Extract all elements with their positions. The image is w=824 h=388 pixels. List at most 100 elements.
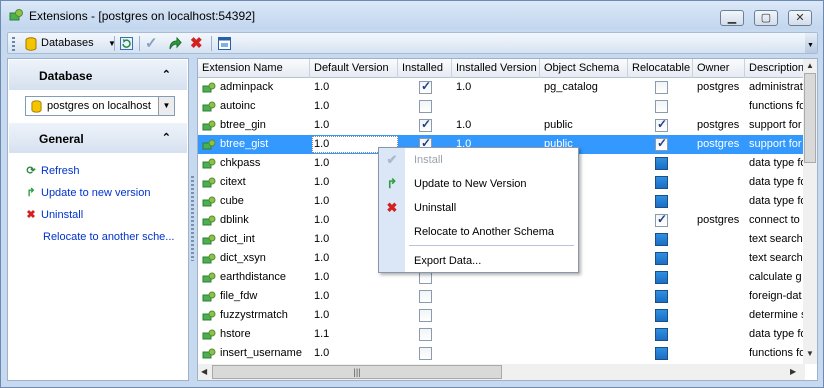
- relocatable-checkbox[interactable]: [655, 136, 668, 151]
- relocatable-checkbox[interactable]: [655, 157, 668, 170]
- extension-icon: [202, 253, 216, 264]
- column-header-description[interactable]: Description: [745, 59, 805, 78]
- relocatable-checkbox[interactable]: [655, 328, 668, 341]
- table-row[interactable]: hstore 1.1 data type fo: [198, 325, 805, 344]
- toolbar-grip[interactable]: [12, 37, 15, 51]
- relocate-link-label: Relocate to another sche...: [43, 231, 175, 243]
- toolbar-separator: [211, 36, 212, 51]
- cell-extension-name: btree_gist: [220, 138, 269, 150]
- extension-icon: [202, 120, 216, 131]
- extension-icon: [202, 215, 216, 226]
- toolbar: Databases ▼ ✓ ✖ ▼: [7, 32, 818, 54]
- install-button[interactable]: ✓: [145, 35, 161, 52]
- installed-checkbox[interactable]: [419, 100, 432, 113]
- table-row[interactable]: autoinc 1.0 functions fo: [198, 97, 805, 116]
- databases-dropdown-button[interactable]: Databases ▼: [24, 35, 119, 52]
- panel-splitter[interactable]: [191, 176, 194, 261]
- cell-owner: [697, 173, 745, 192]
- cell-installed-version: [456, 306, 540, 325]
- extension-icon: [202, 196, 216, 207]
- cell-extension-name: adminpack: [220, 81, 274, 93]
- relocatable-checkbox[interactable]: [655, 212, 668, 227]
- relocatable-checkbox[interactable]: [655, 81, 668, 94]
- table-row[interactable]: insert_username 1.0 functions fo: [198, 344, 805, 363]
- uninstall-button[interactable]: ✖: [190, 35, 206, 52]
- collapse-icon: ⌃: [161, 132, 171, 144]
- installed-checkbox[interactable]: [419, 347, 432, 360]
- installed-checkbox[interactable]: [419, 309, 432, 322]
- cell-owner: [697, 325, 745, 344]
- column-header-extension-name[interactable]: Extension Name: [198, 59, 310, 78]
- vertical-scrollbar[interactable]: ▲ ▼: [803, 59, 817, 364]
- installed-checkbox[interactable]: [419, 290, 432, 303]
- menu-item-label: Relocate to Another Schema: [414, 226, 555, 238]
- relocatable-checkbox[interactable]: [655, 195, 668, 208]
- cell-extension-name: fuzzystrmatch: [220, 309, 288, 321]
- minimize-icon: ▁: [727, 12, 737, 24]
- relocatable-checkbox[interactable]: [655, 271, 668, 284]
- scroll-left-icon[interactable]: ◀: [201, 367, 207, 376]
- relocatable-checkbox[interactable]: [655, 290, 668, 303]
- cell-default-version: 1.0: [314, 309, 330, 321]
- cell-description: determine s: [749, 309, 805, 321]
- installed-checkbox[interactable]: [419, 79, 432, 94]
- relocatable-checkbox[interactable]: [655, 347, 668, 360]
- cell-description: calculate g: [749, 271, 802, 283]
- column-header-default-version[interactable]: Default Version: [310, 59, 398, 78]
- installed-checkbox[interactable]: [419, 117, 432, 132]
- context-menu: ✔ Install ↱ Update to New Version ✖ Unin…: [378, 147, 579, 273]
- column-header-relocatable[interactable]: Relocatable: [628, 59, 693, 78]
- scroll-up-icon[interactable]: ▲: [806, 61, 814, 70]
- update-version-button[interactable]: [167, 35, 183, 52]
- relocatable-checkbox[interactable]: [655, 117, 668, 132]
- chevron-down-icon[interactable]: ▼: [158, 97, 174, 115]
- scroll-right-icon[interactable]: ▶: [790, 367, 796, 376]
- column-header-owner[interactable]: Owner: [693, 59, 745, 78]
- database-select[interactable]: postgres on localhost ▼: [25, 96, 175, 116]
- cell-owner: [697, 268, 745, 287]
- cell-extension-name: insert_username: [220, 347, 302, 359]
- window-list-button[interactable]: [217, 35, 233, 52]
- horizontal-scroll-thumb[interactable]: |||: [212, 365, 502, 379]
- table-row[interactable]: adminpack 1.0 1.0 pg_catalog postgres adminis…: [198, 78, 805, 97]
- menu-item-export-data[interactable]: Export Data...: [379, 249, 578, 273]
- close-button[interactable]: ✕: [788, 10, 812, 26]
- cell-description: text search: [749, 233, 803, 245]
- update-to-new-version-link[interactable]: ↱ Update to new version: [24, 185, 150, 201]
- relocate-link[interactable]: Relocate to another sche...: [43, 229, 174, 245]
- general-section-header[interactable]: General ⌃: [9, 123, 187, 153]
- table-row[interactable]: file_fdw 1.0 foreign-dat: [198, 287, 805, 306]
- refresh-button[interactable]: [119, 35, 135, 52]
- column-header-installed-version[interactable]: Installed Version: [452, 59, 540, 78]
- cell-extension-name: hstore: [220, 328, 251, 340]
- toolbar-overflow-button[interactable]: ▼: [805, 33, 817, 53]
- minimize-button[interactable]: ▁: [720, 10, 744, 26]
- column-header-installed[interactable]: Installed: [398, 59, 452, 78]
- cell-extension-name: chkpass: [220, 157, 261, 169]
- title-bar[interactable]: Extensions - [postgres on localhost:5439…: [1, 1, 823, 29]
- window-icon: [218, 37, 231, 50]
- menu-item-relocate[interactable]: Relocate to Another Schema: [379, 220, 578, 244]
- database-section-header[interactable]: Database ⌃: [9, 60, 187, 90]
- uninstall-link[interactable]: ✖ Uninstall: [24, 207, 83, 223]
- maximize-button[interactable]: ▢: [754, 10, 778, 26]
- cell-default-version: 1.0: [314, 100, 330, 112]
- vertical-scroll-thumb[interactable]: [804, 73, 816, 163]
- column-header-object-schema[interactable]: Object Schema: [540, 59, 628, 78]
- relocatable-checkbox[interactable]: [655, 100, 668, 113]
- table-row[interactable]: btree_gin 1.0 1.0 public postgres support for: [198, 116, 805, 135]
- scroll-down-icon[interactable]: ▼: [806, 349, 814, 358]
- collapse-icon: ⌃: [161, 69, 171, 81]
- relocatable-checkbox[interactable]: [655, 176, 668, 189]
- installed-checkbox[interactable]: [419, 328, 432, 341]
- cell-description: connect to: [749, 214, 800, 226]
- table-row[interactable]: fuzzystrmatch 1.0 determine s: [198, 306, 805, 325]
- horizontal-scrollbar[interactable]: ◀ ||| ▶: [198, 364, 805, 380]
- menu-item-uninstall[interactable]: ✖ Uninstall: [379, 196, 578, 220]
- menu-item-update-to-new-version[interactable]: ↱ Update to New Version: [379, 172, 578, 196]
- menu-item-install[interactable]: ✔ Install: [379, 148, 578, 172]
- relocatable-checkbox[interactable]: [655, 252, 668, 265]
- relocatable-checkbox[interactable]: [655, 233, 668, 246]
- relocatable-checkbox[interactable]: [655, 309, 668, 322]
- refresh-link[interactable]: ⟳ Refresh: [24, 163, 79, 179]
